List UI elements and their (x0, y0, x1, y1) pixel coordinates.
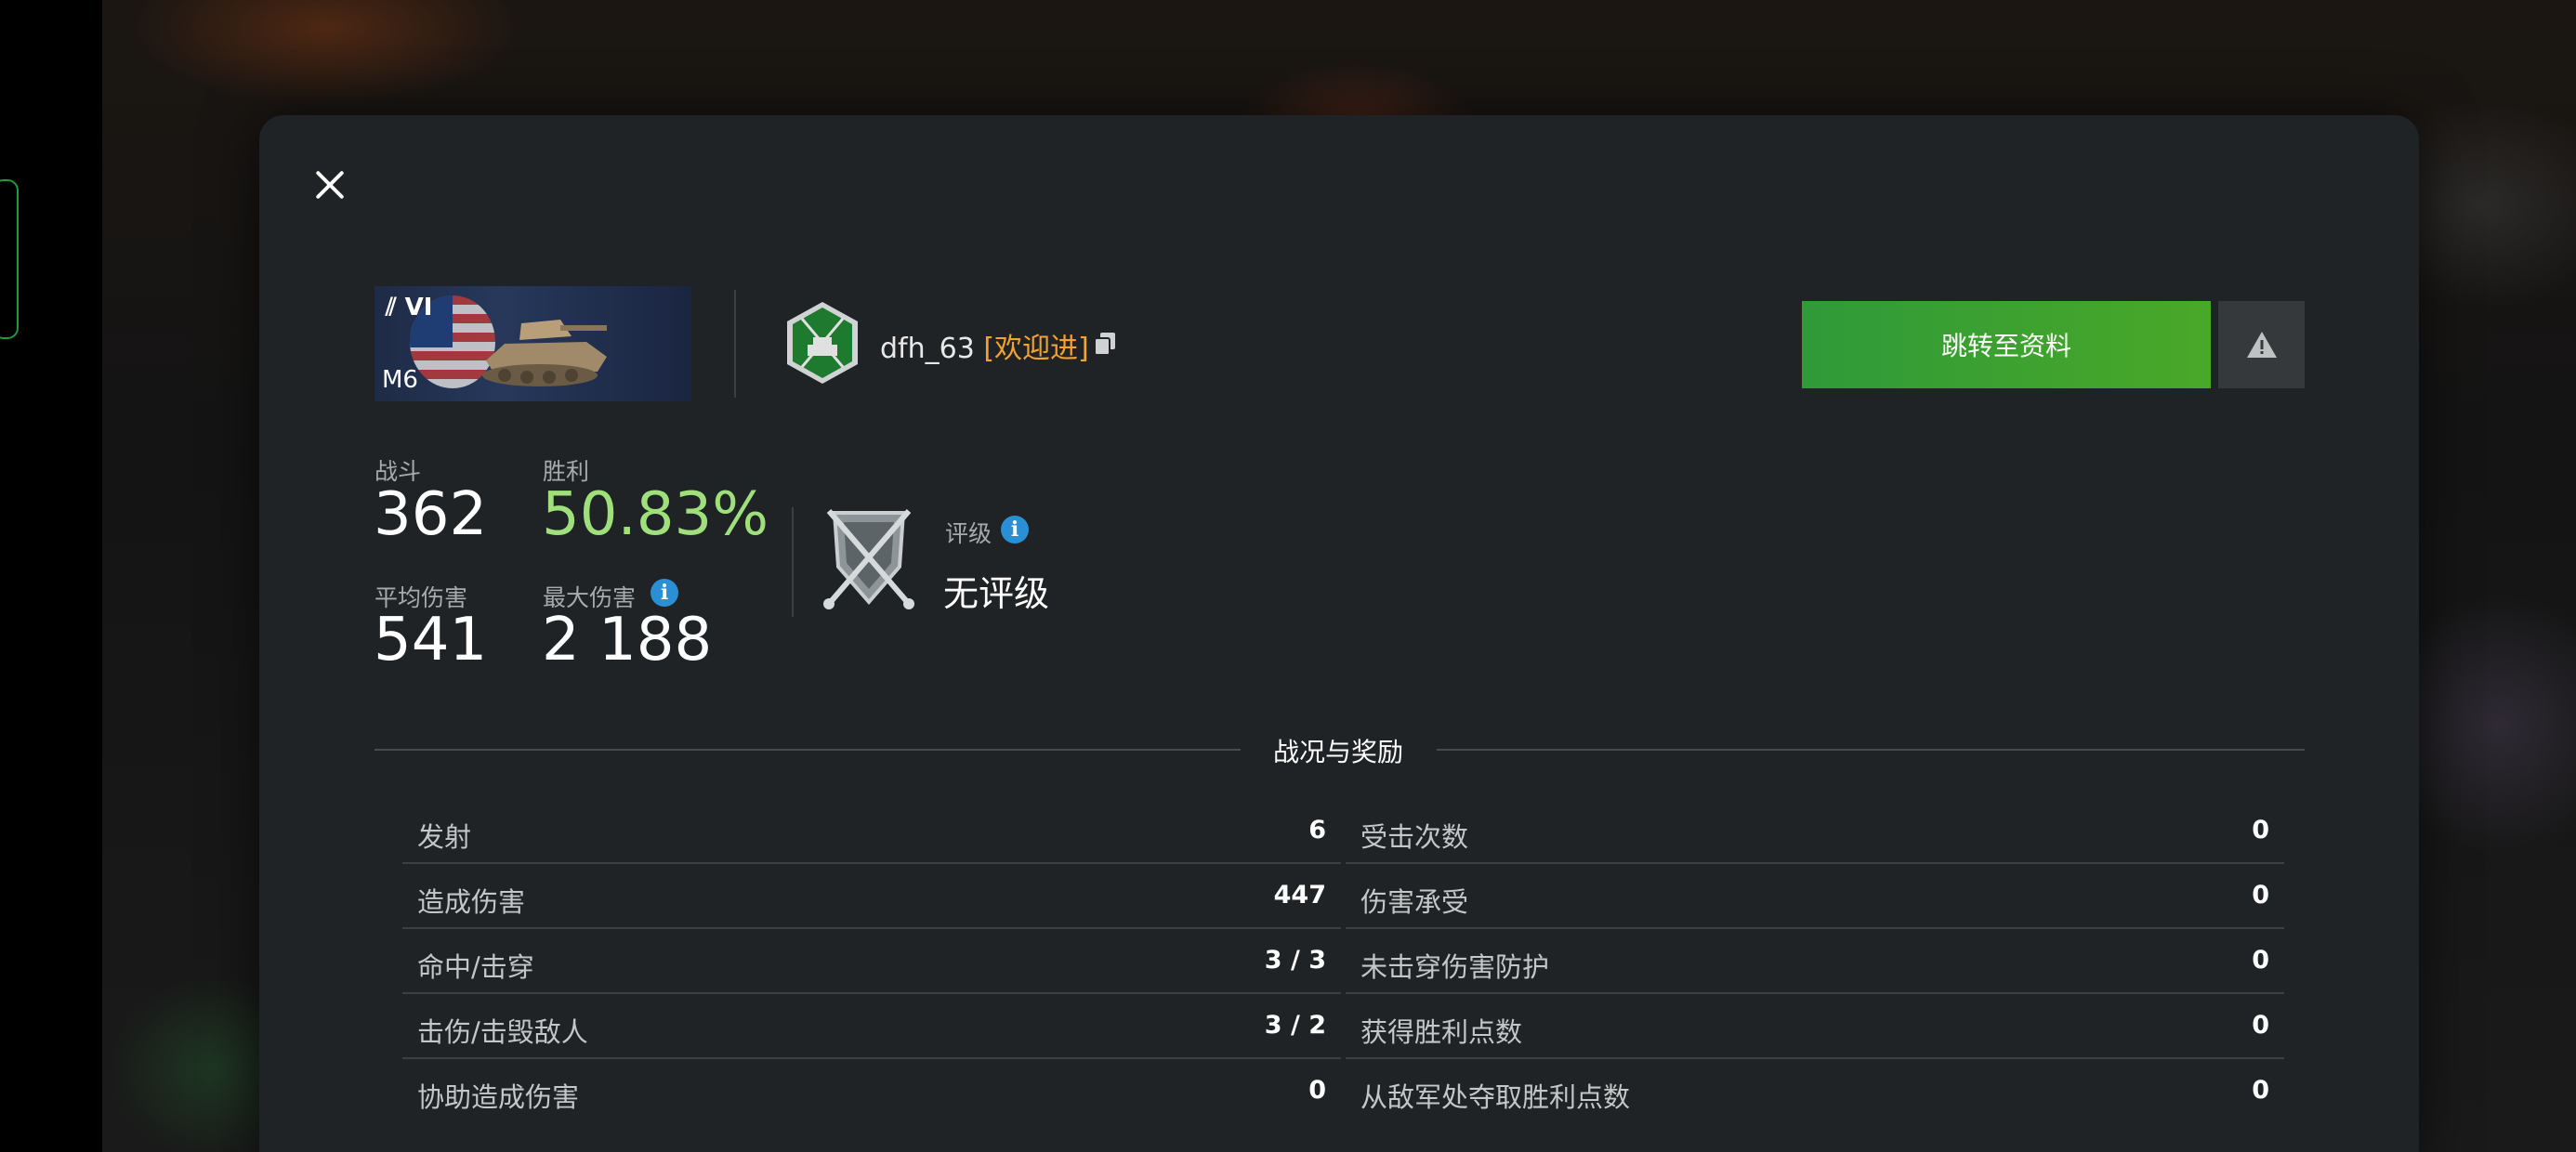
warning-icon (2246, 332, 2277, 358)
player-name: dfh_63 [欢迎进] (880, 325, 1089, 366)
copy-icon[interactable] (1093, 331, 1117, 357)
rating-value: 无评级 (943, 573, 1050, 614)
player-nickname: dfh_63 (880, 333, 975, 365)
table-row: 获得胜利点数 0 (1346, 994, 2284, 1059)
row-value: 0 (1308, 1076, 1326, 1105)
clan-tag[interactable]: [欢迎进] (983, 333, 1088, 365)
clan-emblem-icon (787, 302, 858, 384)
battles-value: 362 (374, 480, 488, 549)
row-value: 0 (2252, 881, 2269, 910)
table-row: 击伤/击毁敌人 3 / 2 (402, 994, 1341, 1059)
row-value: 6 (1308, 816, 1326, 844)
row-value: 0 (2252, 1076, 2269, 1105)
game-screen: ⫽ VI M6 dfh_63 [欢迎进] 跳转至资料 战斗 362 胜利 50.… (0, 0, 2576, 1152)
rating-info-icon[interactable]: i (1001, 516, 1029, 543)
vehicle-name: M6 (382, 366, 418, 394)
row-label: 受击次数 (1360, 821, 1469, 853)
row-label: 从敌军处夺取胜利点数 (1360, 1081, 1631, 1113)
row-label: 造成伤害 (417, 886, 526, 918)
row-label: 发射 (417, 821, 472, 853)
row-label: 击伤/击毁敌人 (417, 1016, 588, 1048)
section-divider-right (1437, 749, 2305, 751)
row-label: 协助造成伤害 (417, 1081, 580, 1113)
row-value: 3 / 3 (1264, 946, 1326, 975)
battle-stats-table-left: 发射 6 造成伤害 447 命中/击穿 3 / 3 击伤/击毁敌人 3 / 2 … (402, 799, 1341, 1124)
table-row: 发射 6 (402, 799, 1341, 864)
close-icon[interactable] (309, 164, 350, 205)
stats-divider (792, 507, 794, 617)
section-divider-left (375, 749, 1241, 751)
side-tab-handle[interactable] (0, 179, 19, 339)
info-icon[interactable]: i (651, 579, 678, 607)
table-row: 从敌军处夺取胜利点数 0 (1346, 1059, 2284, 1124)
row-value: 3 / 2 (1264, 1011, 1326, 1040)
left-side-strip (0, 0, 102, 1152)
row-value: 447 (1273, 881, 1326, 910)
table-row: 受击次数 0 (1346, 799, 2284, 864)
max-damage-value: 2 188 (542, 606, 713, 674)
report-button[interactable] (2218, 301, 2305, 388)
table-row: 命中/击穿 3 / 3 (402, 929, 1341, 994)
row-label: 伤害承受 (1360, 886, 1469, 918)
battle-stats-table-right: 受击次数 0 伤害承受 0 未击穿伤害防护 0 获得胜利点数 0 从敌军处夺取胜… (1346, 799, 2284, 1124)
section-title: 战况与奖励 (1272, 737, 1403, 767)
row-label: 命中/击穿 (417, 951, 534, 983)
table-row: 伤害承受 0 (1346, 864, 2284, 929)
vehicle-tier: ⫽ VI (386, 294, 432, 322)
avg-damage-value: 541 (374, 606, 488, 674)
row-value: 0 (2252, 816, 2269, 844)
row-value: 0 (2252, 946, 2269, 975)
row-value: 0 (2252, 1011, 2269, 1040)
vehicle-tier-value: VI (404, 294, 433, 321)
row-label: 获得胜利点数 (1360, 1016, 1523, 1048)
vehicle-card: ⫽ VI M6 (375, 286, 691, 401)
header-divider (734, 290, 736, 398)
row-label: 未击穿伤害防护 (1360, 951, 1550, 983)
table-row: 造成伤害 447 (402, 864, 1341, 929)
win-rate-value: 50.83% (542, 480, 769, 549)
rating-label: 评级 (945, 520, 992, 547)
rating-shield-icon (823, 509, 914, 609)
tier-chevron-icon: ⫽ (386, 294, 397, 321)
table-row: 协助造成伤害 0 (402, 1059, 1341, 1124)
goto-profile-button[interactable]: 跳转至资料 (1802, 301, 2211, 388)
tank-icon (482, 320, 607, 386)
table-row: 未击穿伤害防护 0 (1346, 929, 2284, 994)
